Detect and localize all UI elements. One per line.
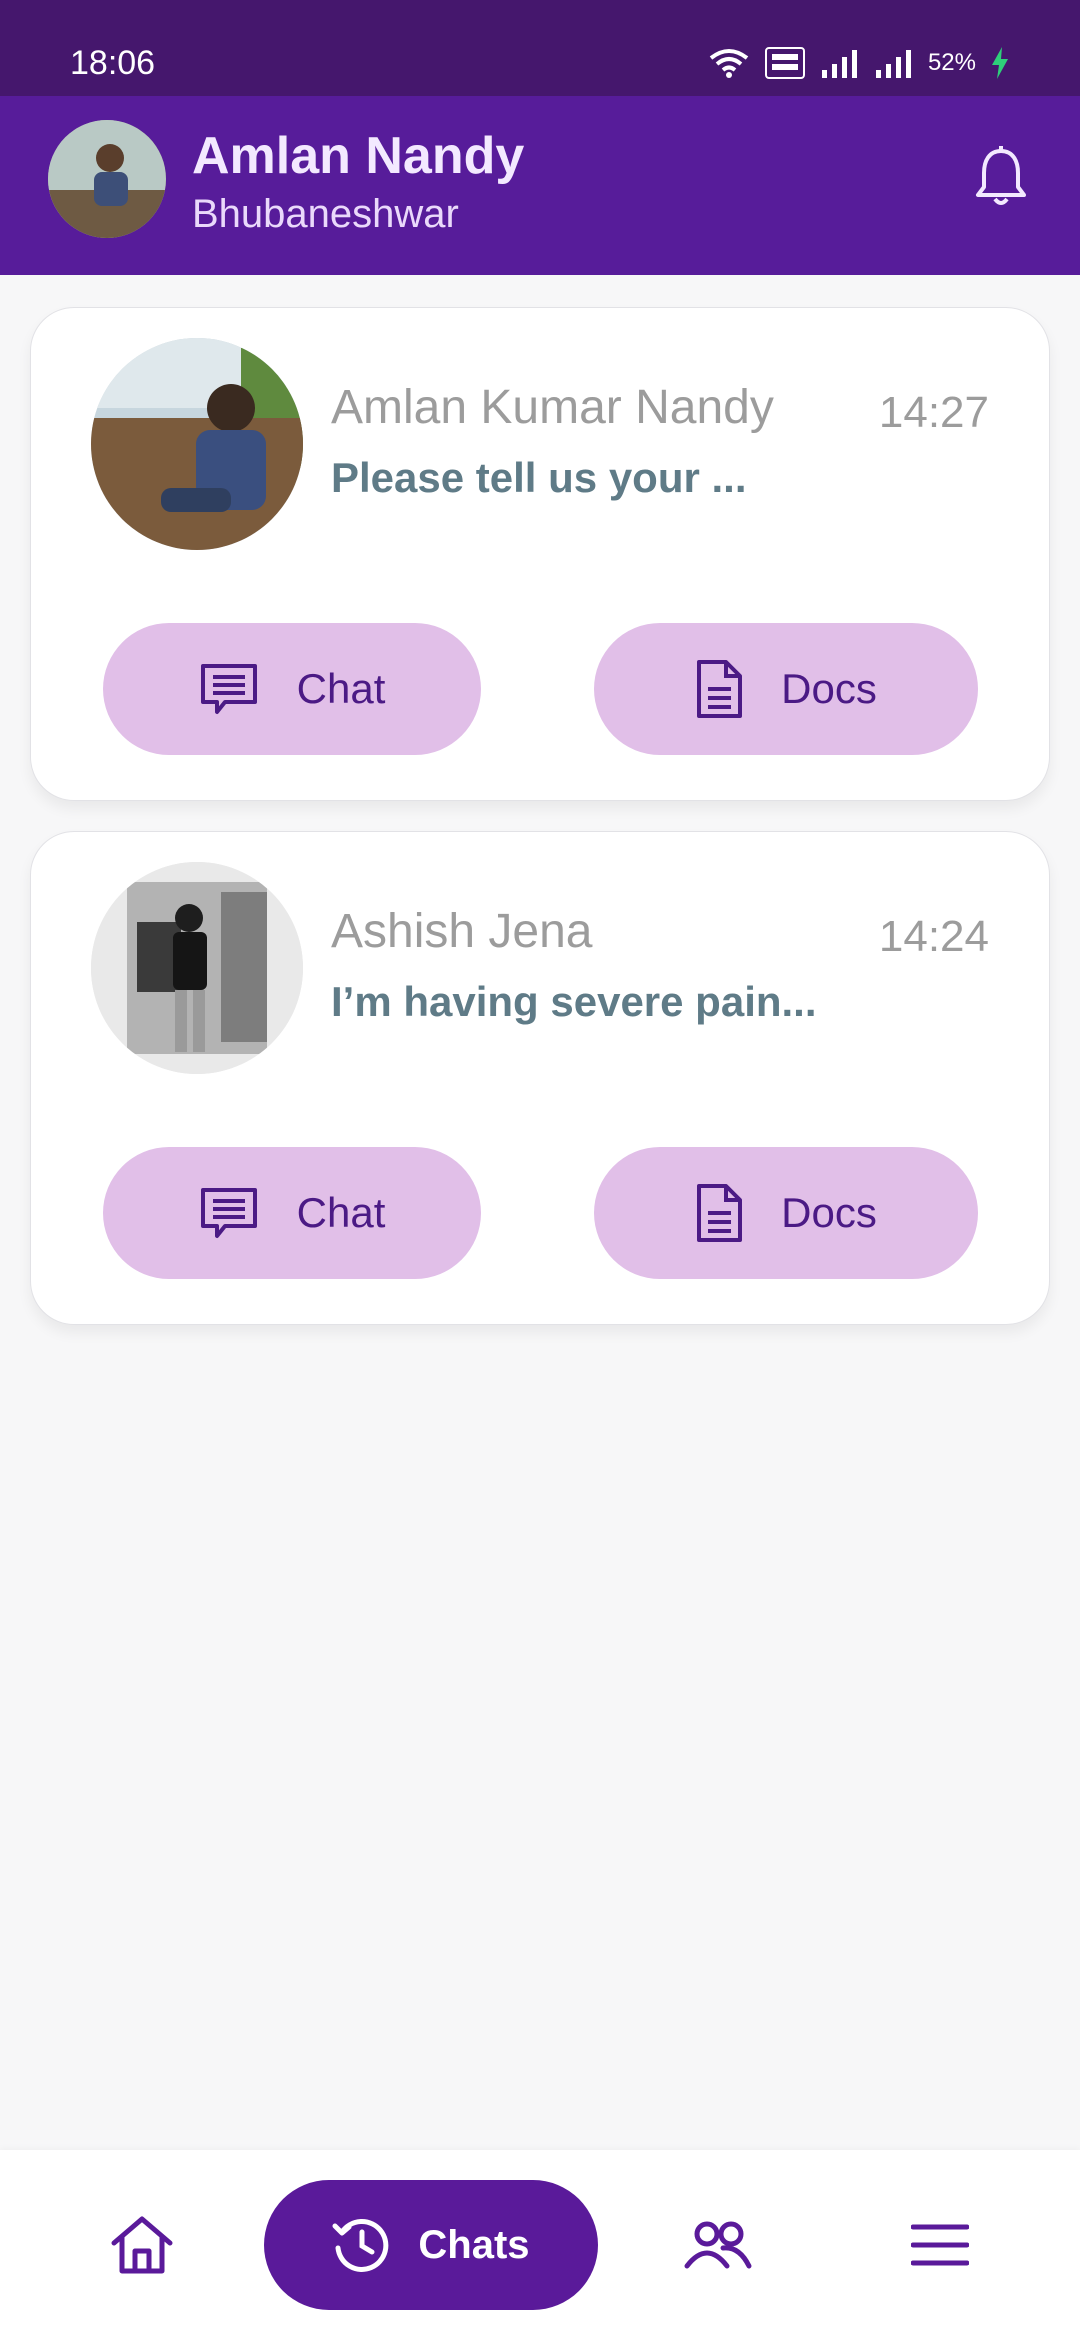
bell-icon <box>976 146 1026 205</box>
chat-card[interactable]: Ashish Jena 14:24 I’m having severe pain… <box>30 831 1050 1325</box>
contact-avatar <box>91 338 303 550</box>
status-time: 18:06 <box>70 44 156 82</box>
message-time: 14:24 <box>878 912 989 961</box>
contact-avatar <box>91 862 303 1074</box>
contact-name: Amlan Kumar Nandy <box>331 381 774 434</box>
volte-icon <box>764 47 805 79</box>
nav-chats[interactable]: Chats <box>264 2180 598 2310</box>
nav-menu[interactable] <box>890 2180 990 2310</box>
user-name: Amlan Nandy <box>192 127 525 185</box>
menu-icon <box>911 2224 969 2266</box>
chat-button[interactable]: Chat <box>103 623 481 755</box>
home-icon <box>111 2216 173 2274</box>
notifications-button[interactable] <box>966 142 1036 212</box>
history-icon <box>332 2218 389 2272</box>
status-icons: 52% <box>708 46 1010 80</box>
document-icon <box>697 1184 743 1242</box>
message-preview: I’m having severe pain... <box>331 978 817 1025</box>
chat-icon <box>200 664 257 714</box>
chat-button[interactable]: Chat <box>103 1147 481 1279</box>
charging-icon <box>992 47 1008 79</box>
nav-home[interactable] <box>92 2180 192 2310</box>
nav-chats-label: Chats <box>418 2222 530 2267</box>
avatar[interactable] <box>48 120 166 238</box>
chat-button-label: Chat <box>296 665 386 712</box>
battery-percentage: 52% <box>927 49 976 76</box>
docs-button[interactable]: Docs <box>594 623 978 755</box>
status-bar: 18:06 52% <box>0 0 1080 96</box>
bottom-navigation: Chats <box>0 2150 1080 2340</box>
chat-icon <box>200 1188 257 1238</box>
user-location: Bhubaneshwar <box>192 192 459 236</box>
message-preview: Please tell us your ... <box>331 454 747 501</box>
message-time: 14:27 <box>878 388 989 437</box>
profile-photo <box>48 120 166 238</box>
docs-button-label: Docs <box>781 665 877 712</box>
docs-button[interactable]: Docs <box>594 1147 978 1279</box>
app-header: Amlan Nandy Bhubaneshwar <box>0 96 1080 275</box>
people-icon <box>684 2221 752 2269</box>
signal-icon <box>875 50 911 78</box>
nav-people[interactable] <box>668 2180 768 2310</box>
docs-button-label: Docs <box>781 1189 877 1236</box>
document-icon <box>697 660 743 718</box>
chat-button-label: Chat <box>296 1189 386 1236</box>
wifi-icon <box>709 49 749 78</box>
contact-name: Ashish Jena <box>331 905 593 958</box>
contact-photo <box>91 862 303 1074</box>
contact-photo <box>91 338 303 550</box>
chat-card[interactable]: Amlan Kumar Nandy 14:27 Please tell us y… <box>30 307 1050 801</box>
signal-icon <box>821 50 857 78</box>
